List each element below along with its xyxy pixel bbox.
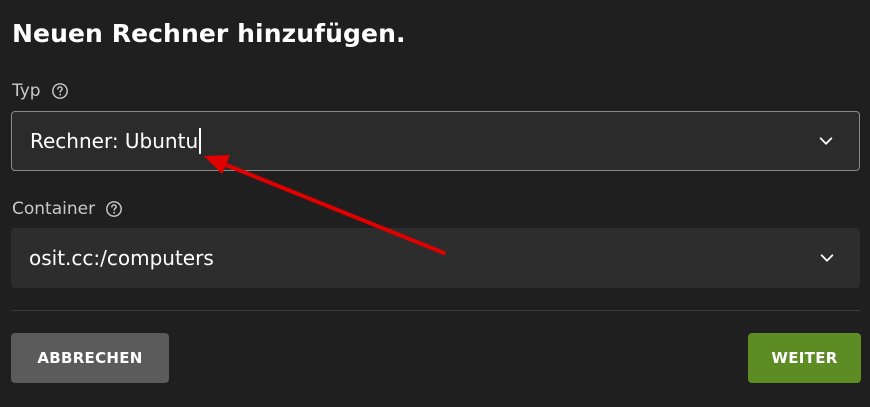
type-field-label-row: Typ (12, 80, 69, 102)
container-select[interactable]: osit.cc:/computers (11, 228, 860, 288)
type-select-value: Rechner: Ubuntu (30, 129, 199, 153)
container-select-value: osit.cc:/computers (29, 246, 214, 270)
next-button[interactable]: WEITER (748, 333, 861, 383)
type-help-icon[interactable] (51, 82, 69, 100)
type-field-label: Typ (12, 81, 41, 101)
container-field-label: Container (12, 199, 96, 219)
cancel-button[interactable]: ABBRECHEN (11, 333, 169, 383)
container-help-icon[interactable] (105, 200, 123, 218)
chevron-down-icon[interactable] (818, 249, 836, 267)
chevron-down-icon[interactable] (817, 132, 835, 150)
text-cursor (199, 128, 202, 154)
dialog-title: Neuen Rechner hinzufügen. (12, 19, 406, 48)
container-field-label-row: Container (12, 198, 123, 220)
type-select-value-wrap: Rechner: Ubuntu (30, 128, 817, 154)
add-computer-dialog: Neuen Rechner hinzufügen. Typ Rechner: U… (0, 0, 870, 407)
type-select[interactable]: Rechner: Ubuntu (11, 111, 860, 171)
footer-divider (11, 310, 860, 311)
